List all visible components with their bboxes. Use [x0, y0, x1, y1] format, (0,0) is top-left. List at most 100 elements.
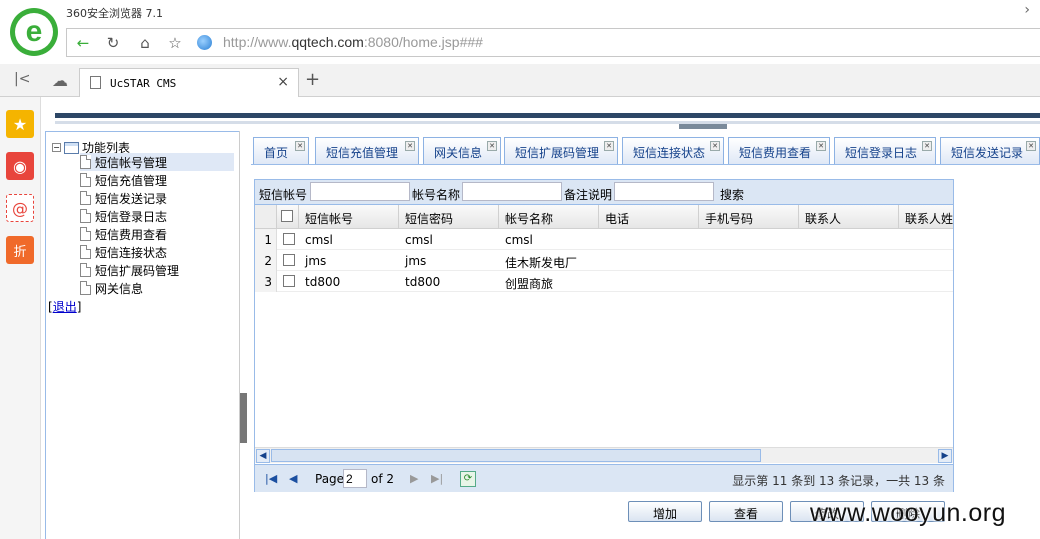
home-icon[interactable]: ⌂	[135, 33, 155, 53]
close-icon[interactable]: ✕	[487, 141, 497, 151]
add-button[interactable]: 增加	[628, 501, 702, 522]
collapse-sidebar-icon[interactable]: |<	[14, 71, 30, 87]
cell-password: cmsl	[405, 233, 433, 247]
horizontal-scrollbar[interactable]: ◀ ▶	[255, 447, 953, 463]
browser-tab-title: UcSTAR CMS	[110, 77, 177, 90]
cell-name: 创盟商旅	[505, 277, 554, 291]
column-header-contact-name[interactable]: 联系人姓	[899, 205, 953, 228]
table-row[interactable]: 3 td800 td800 创盟商旅	[255, 271, 953, 292]
tree-item-connection-status[interactable]: 短信连接状态	[80, 243, 167, 261]
prev-page-icon[interactable]: ◀	[289, 472, 297, 485]
column-header-name[interactable]: 帐号名称	[499, 205, 599, 228]
favorites-star-icon[interactable]: ★	[6, 110, 34, 138]
search-toolbar: 短信帐号 帐号名称 备注说明 搜索	[255, 180, 953, 205]
document-icon	[80, 173, 91, 187]
discount-icon[interactable]: 折	[6, 236, 34, 264]
column-header-contact[interactable]: 联系人	[799, 205, 899, 228]
collapse-minus-icon[interactable]: −	[52, 143, 61, 152]
close-icon[interactable]: ✕	[816, 141, 826, 151]
next-page-icon[interactable]: ▶	[410, 472, 418, 485]
close-icon[interactable]: ✕	[922, 141, 932, 151]
tree-item-send-log[interactable]: 短信发送记录	[80, 189, 167, 207]
browser-tab[interactable]: UcSTAR CMS ×	[79, 68, 299, 97]
back-arrow-icon[interactable]: ←	[73, 33, 93, 53]
close-icon[interactable]: ✕	[295, 141, 305, 151]
logout-link[interactable]: 退出	[53, 300, 77, 314]
close-icon[interactable]: ✕	[710, 141, 720, 151]
last-page-icon[interactable]: ▶|	[431, 472, 443, 485]
row-checkbox[interactable]	[283, 254, 295, 266]
column-header-phone[interactable]: 电话	[599, 205, 699, 228]
scrollbar-thumb[interactable]	[271, 449, 761, 462]
account-search-input[interactable]	[310, 182, 410, 201]
cell-password: jms	[405, 254, 427, 268]
header-banner	[55, 113, 1040, 118]
close-icon[interactable]: ✕	[405, 141, 415, 151]
account-name-label: 帐号名称	[412, 188, 461, 202]
close-tab-icon[interactable]: ×	[277, 74, 289, 90]
logout: [退出]	[48, 300, 82, 314]
column-header-account[interactable]: 短信帐号	[299, 205, 399, 228]
select-all-header[interactable]	[277, 205, 299, 228]
refresh-icon[interactable]: ⟳	[460, 471, 476, 487]
column-header-mobile[interactable]: 手机号码	[699, 205, 799, 228]
scroll-right-icon[interactable]: ▶	[938, 449, 952, 463]
view-button[interactable]: 查看	[709, 501, 783, 522]
page-count: of 2	[371, 472, 395, 486]
document-icon	[80, 191, 91, 205]
column-header-password[interactable]: 短信密码	[399, 205, 499, 228]
tab-home[interactable]: 首页 ✕	[253, 137, 309, 164]
cloud-icon[interactable]: ☁	[52, 71, 68, 90]
note-search-input[interactable]	[614, 182, 714, 201]
tab-extension-code[interactable]: 短信扩展码管理 ✕	[504, 137, 618, 164]
panel-splitter[interactable]	[239, 131, 247, 539]
header-divider	[55, 121, 1040, 124]
row-checkbox[interactable]	[283, 275, 295, 287]
close-icon[interactable]: ✕	[604, 141, 614, 151]
tab-fees[interactable]: 短信费用查看 ✕	[728, 137, 830, 164]
tab-send-log[interactable]: 短信发送记录 ✕	[940, 137, 1040, 164]
tab-login-log[interactable]: 短信登录日志 ✕	[834, 137, 936, 164]
url-text[interactable]: http://www.qqtech.com:8080/home.jsp###	[223, 34, 483, 50]
select-all-checkbox[interactable]	[281, 210, 293, 222]
page-label: Page	[315, 472, 345, 486]
tree-item-extension-code[interactable]: 短信扩展码管理	[80, 261, 179, 279]
account-name-search-input[interactable]	[462, 182, 562, 201]
search-button[interactable]: 搜索	[720, 186, 744, 203]
cell-name: cmsl	[505, 233, 533, 247]
paging-info: 显示第 11 条到 13 条记录，一共 13 条	[732, 474, 945, 488]
cell-name: 佳木斯发电厂	[505, 256, 578, 270]
account-grid-panel: 短信帐号 帐号名称 备注说明 搜索 短信帐号 短信密码 帐号名称 电话 手机号码…	[254, 179, 954, 492]
rownum-header	[255, 205, 277, 228]
browser-sidebar: ★ ◉ @ 折	[0, 97, 41, 539]
tab-gateway[interactable]: 网关信息 ✕	[423, 137, 501, 164]
splitter-grip[interactable]	[240, 393, 247, 443]
first-page-icon[interactable]: |◀	[265, 472, 277, 485]
mail-icon[interactable]: @	[6, 194, 34, 222]
globe-icon	[197, 35, 212, 50]
chevron-right-icon[interactable]: ›	[1024, 2, 1030, 18]
collapse-header-handle[interactable]	[679, 124, 727, 129]
watermark: www.wooyun.org	[810, 499, 1006, 527]
document-icon	[80, 245, 91, 259]
document-icon	[80, 155, 91, 169]
new-tab-button[interactable]: +	[305, 69, 320, 90]
favorite-star-icon[interactable]: ☆	[165, 33, 185, 53]
row-checkbox[interactable]	[283, 233, 295, 245]
scroll-left-icon[interactable]: ◀	[256, 449, 270, 463]
tree-item-recharge[interactable]: 短信充值管理	[80, 171, 167, 189]
reload-icon[interactable]: ↻	[103, 33, 123, 53]
table-row[interactable]: 1 cmsl cmsl cmsl	[255, 229, 953, 250]
tree-item-gateway[interactable]: 网关信息	[80, 279, 143, 297]
row-number: 2	[255, 250, 277, 271]
tab-recharge[interactable]: 短信充值管理 ✕	[315, 137, 419, 164]
table-row[interactable]: 2 jms jms 佳木斯发电厂	[255, 250, 953, 271]
tree-item-fees[interactable]: 短信费用查看	[80, 225, 167, 243]
close-icon[interactable]: ✕	[1026, 141, 1036, 151]
tree-item-login-log[interactable]: 短信登录日志	[80, 207, 167, 225]
page-number-input[interactable]	[343, 469, 367, 488]
tree-item-sms-account[interactable]: 短信帐号管理	[80, 153, 234, 171]
weibo-icon[interactable]: ◉	[6, 152, 34, 180]
address-bar[interactable]: ← ↻ ⌂ ☆ http://www.qqtech.com:8080/home.…	[66, 28, 1040, 57]
tab-connection-status[interactable]: 短信连接状态 ✕	[622, 137, 724, 164]
